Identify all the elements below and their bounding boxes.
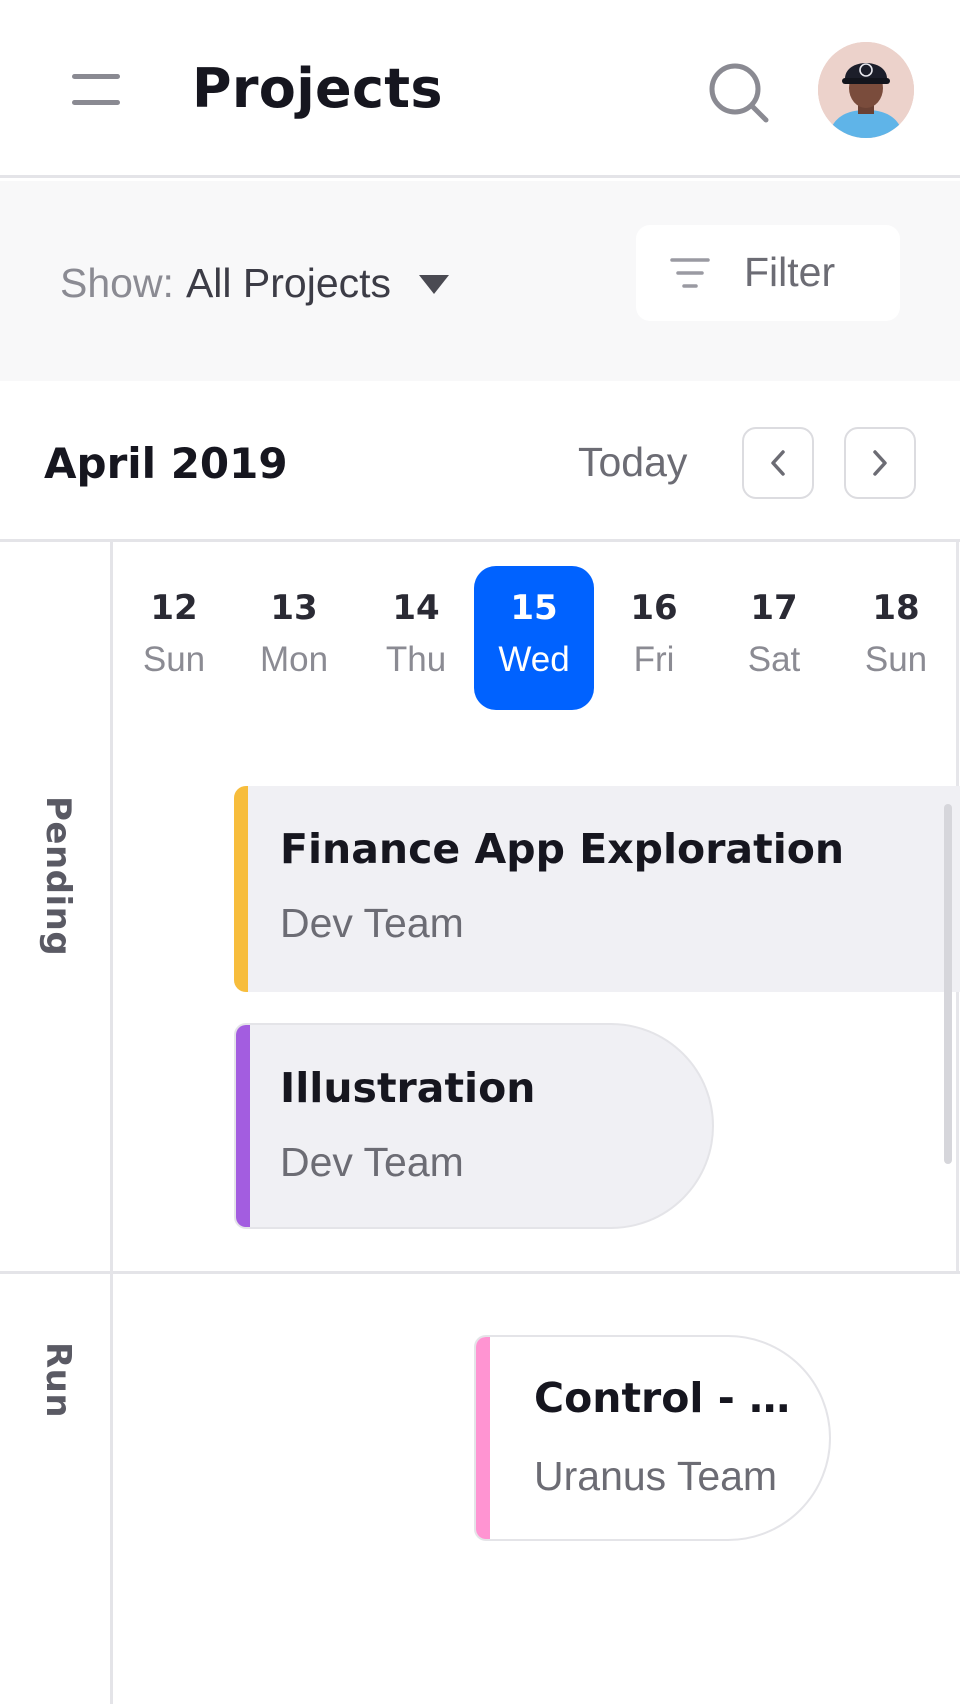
event-team: Dev Team [280,900,464,946]
event-color-bar [476,1337,490,1539]
day-number: 17 [750,588,798,628]
page-title: Projects [192,57,443,120]
event-card-control[interactable]: Control - S… Uranus Team [474,1335,831,1541]
day-18[interactable]: 18 Sun [836,566,956,710]
day-weekday: Mon [259,640,329,679]
filter-label: Filter [744,249,836,295]
lane-divider-vertical [110,542,113,1704]
lane-label-run: Run [38,1342,78,1419]
hamburger-menu-icon[interactable] [64,68,120,112]
month-navigation: April 2019 Today [0,381,960,542]
month-title: April 2019 [44,439,288,488]
day-weekday: Sun [142,640,206,679]
avatar[interactable] [818,42,914,138]
search-icon[interactable] [704,58,774,128]
caret-down-icon [419,274,450,294]
show-label: Show: [60,259,174,306]
show-value: All Projects [185,259,392,306]
day-weekday: Fri [633,640,675,679]
menu-bar-bottom [72,100,120,105]
show-projects-dropdown[interactable]: Show: All Projects [60,253,450,313]
day-weekday: Wed [498,640,570,679]
prev-week-button[interactable] [742,427,814,499]
lane-label-pending: Pending [38,796,78,957]
toolbar: Show: All Projects Filter [0,181,960,381]
event-title: Finance App Exploration [280,825,845,873]
filter-button[interactable]: Filter [636,225,900,321]
day-14[interactable]: 14 Thu [356,566,476,710]
event-title: Illustration [280,1064,536,1112]
menu-bar-top [72,74,120,79]
event-color-bar [236,1025,250,1227]
next-week-button[interactable] [844,427,916,499]
day-number: 18 [872,588,920,628]
day-12[interactable]: 12 Sun [114,566,234,710]
event-card-finance-app-exploration[interactable]: Finance App Exploration Dev Team [234,786,960,992]
day-weekday: Sat [747,640,801,679]
day-number: 15 [510,588,558,628]
chevron-left-icon [771,450,785,476]
day-weekday: Thu [385,640,447,679]
day-number: 16 [630,588,678,628]
app-header: Projects [0,0,960,178]
filter-lines-icon [670,257,710,289]
event-title: Control - S… [534,1374,804,1422]
chevron-right-icon [873,450,887,476]
event-team: Uranus Team [534,1453,778,1499]
today-button[interactable]: Today [578,437,687,487]
day-15-selected[interactable]: 15 Wed [474,566,594,710]
event-team: Dev Team [280,1139,464,1185]
lane-divider-horizontal [0,1271,960,1274]
day-number: 12 [150,588,198,628]
day-13[interactable]: 13 Mon [234,566,354,710]
event-card-illustration[interactable]: Illustration Dev Team [234,1023,714,1229]
day-16[interactable]: 16 Fri [594,566,714,710]
day-weekday: Sun [864,640,928,679]
day-number: 14 [392,588,440,628]
day-17[interactable]: 17 Sat [714,566,834,710]
day-number: 13 [270,588,318,628]
vertical-scrollbar[interactable] [944,804,952,1164]
event-color-bar [234,786,248,992]
